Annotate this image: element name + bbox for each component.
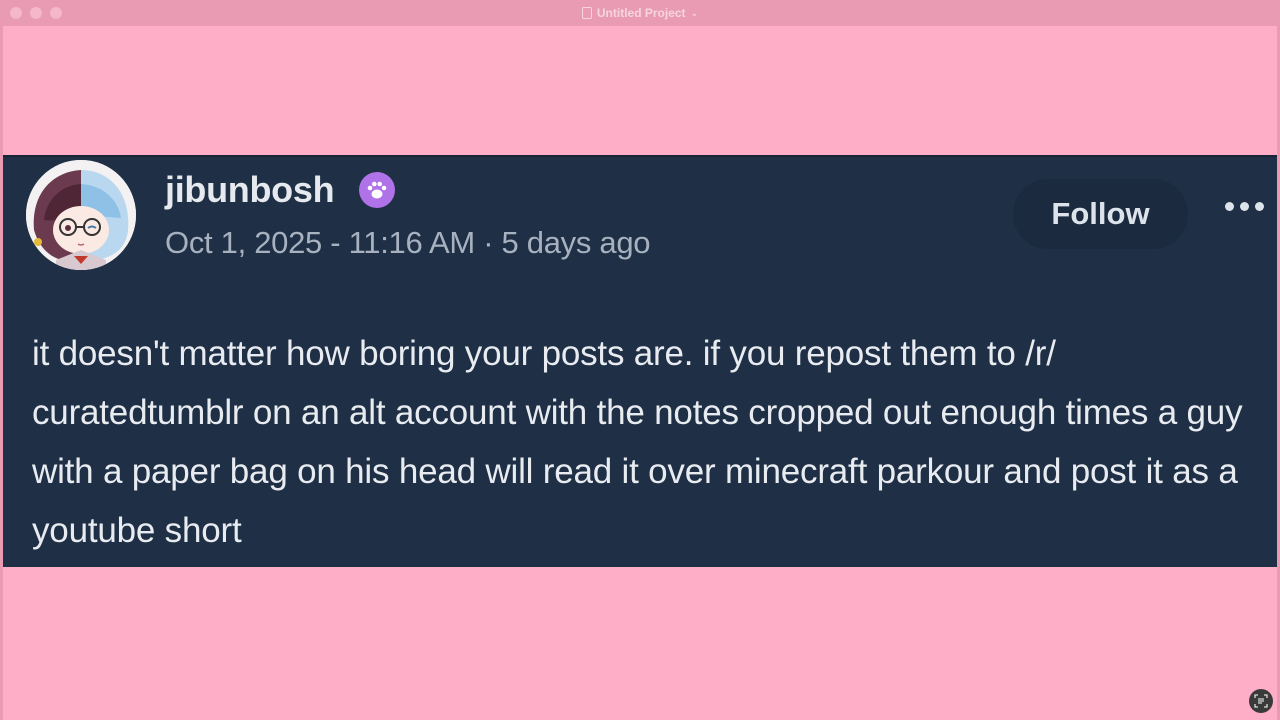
window-title: Untitled Project bbox=[596, 6, 686, 20]
avatar[interactable] bbox=[26, 160, 136, 270]
document-icon bbox=[581, 7, 592, 19]
post-timestamp[interactable]: Oct 1, 2025 - 11:16 AM · 5 days ago bbox=[165, 225, 651, 261]
screen-capture-icon[interactable] bbox=[1249, 689, 1273, 713]
avatar-image bbox=[26, 160, 136, 270]
minimize-window-button[interactable] bbox=[30, 7, 42, 19]
follow-button[interactable]: Follow bbox=[1013, 179, 1188, 249]
post-card: jibunbosh Oct 1, 2025 - 11:16 AM · 5 day… bbox=[3, 155, 1277, 567]
post-body: it doesn't matter how boring your posts … bbox=[32, 334, 1243, 550]
window-title-area[interactable]: Untitled Project ⌄ bbox=[581, 6, 699, 20]
app-window: Untitled Project ⌄ jibunbosh Oct 1, 2025… bbox=[0, 0, 1280, 720]
ellipsis-dot bbox=[1240, 202, 1249, 211]
ellipsis-dot bbox=[1225, 202, 1234, 211]
ellipsis-icon[interactable] bbox=[1225, 202, 1264, 211]
ellipsis-dot bbox=[1255, 202, 1264, 211]
chevron-down-icon: ⌄ bbox=[690, 7, 699, 18]
title-bar: Untitled Project ⌄ bbox=[0, 0, 1280, 26]
paw-icon bbox=[359, 172, 395, 208]
username[interactable]: jibunbosh bbox=[165, 169, 335, 211]
close-window-button[interactable] bbox=[10, 7, 22, 19]
zoom-window-button[interactable] bbox=[50, 7, 62, 19]
window-controls bbox=[10, 7, 62, 19]
